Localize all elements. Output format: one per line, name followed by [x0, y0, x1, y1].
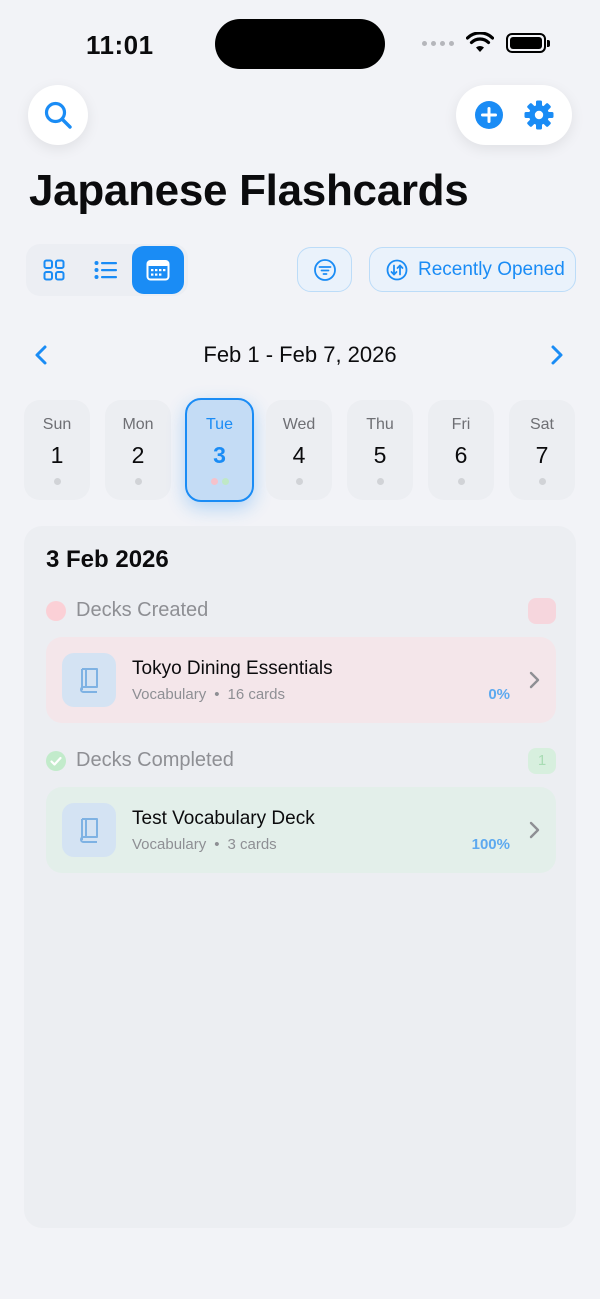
- decks-created-title: Decks Created: [76, 599, 209, 621]
- chevron-right-icon: [529, 671, 540, 689]
- decks-created-header: Decks Created: [46, 596, 556, 626]
- day-number: 1: [50, 442, 64, 468]
- book-icon: [80, 668, 98, 693]
- completed-check-icon: [46, 751, 66, 771]
- filter-icon: [313, 258, 336, 281]
- calendar-icon: [146, 260, 170, 281]
- day-name: Sat: [529, 416, 554, 433]
- deck-icon: [62, 653, 116, 707]
- decks-completed-header: Decks Completed 1: [46, 746, 556, 776]
- deck-name: Test Vocabulary Deck: [132, 808, 315, 829]
- day-number: 7: [535, 442, 549, 468]
- day-name: Mon: [122, 416, 154, 433]
- activity-dots: [347, 478, 413, 485]
- header-actions: [456, 85, 572, 145]
- page-title: Japanese Flashcards: [29, 166, 469, 215]
- activity-dots: [509, 478, 575, 485]
- decks-created-badge: [528, 598, 556, 624]
- cellular-signal-icon: [422, 40, 454, 46]
- day-thu[interactable]: Thu 5: [347, 400, 413, 500]
- next-week-button[interactable]: [542, 340, 572, 370]
- deck-progress: 100%: [471, 836, 510, 853]
- sort-arrows-icon: [386, 259, 408, 280]
- chevron-right-icon: [529, 821, 540, 839]
- day-number: 2: [131, 442, 145, 468]
- status-bar: 11:01: [0, 0, 600, 90]
- deck-meta: Vocabulary • 16 cards: [132, 686, 286, 703]
- week-day-strip: Sun 1 Mon 2 Tue 3 Wed 4 Thu 5 Fri 6 Sat …: [24, 398, 576, 502]
- activity-dots: [428, 478, 494, 485]
- deck-card-test-vocabulary[interactable]: Test Vocabulary Deck Vocabulary • 3 cards …: [46, 787, 556, 873]
- created-dot-icon: [46, 601, 66, 621]
- gear-icon: [524, 100, 554, 130]
- wifi-icon: [466, 32, 494, 52]
- grid-view-button[interactable]: [28, 246, 80, 294]
- battery-icon: [506, 33, 550, 53]
- day-number: 4: [292, 442, 306, 468]
- view-mode-toggle: [26, 244, 188, 296]
- list-icon: [94, 261, 117, 279]
- day-name: Sun: [42, 416, 72, 433]
- dynamic-island: [215, 19, 385, 69]
- selected-date-title: 3 Feb 2026: [46, 546, 169, 573]
- sort-button[interactable]: Recently Opened: [369, 247, 576, 292]
- day-tue-selected[interactable]: Tue 3: [185, 398, 254, 502]
- deck-meta: Vocabulary • 3 cards: [132, 836, 277, 853]
- deck-type: Vocabulary: [132, 836, 207, 853]
- day-name: Wed: [282, 416, 316, 433]
- week-range-label: Feb 1 - Feb 7, 2026: [203, 342, 397, 367]
- deck-card-tokyo-dining[interactable]: Tokyo Dining Essentials Vocabulary • 16 ca…: [46, 637, 556, 723]
- deck-progress: 0%: [488, 686, 510, 703]
- decks-completed-title: Decks Completed: [76, 749, 234, 771]
- day-name: Fri: [451, 416, 471, 433]
- add-deck-button[interactable]: [469, 95, 509, 135]
- deck-name: Tokyo Dining Essentials: [132, 658, 333, 679]
- deck-card-count: 16 cards: [227, 686, 286, 703]
- day-sun[interactable]: Sun 1: [24, 400, 90, 500]
- book-icon: [80, 818, 98, 843]
- grid-icon: [43, 259, 65, 281]
- activity-dots: [105, 478, 171, 485]
- deck-card-count: 3 cards: [227, 836, 277, 853]
- day-wed[interactable]: Wed 4: [266, 400, 332, 500]
- day-name: Thu: [366, 416, 394, 433]
- deck-type: Vocabulary: [132, 686, 207, 703]
- activity-dots: [266, 478, 332, 485]
- day-name: Tue: [206, 416, 233, 433]
- day-mon[interactable]: Mon 2: [105, 400, 171, 500]
- decks-completed-badge: 1: [528, 748, 556, 774]
- search-icon: [44, 101, 72, 129]
- day-number: 5: [373, 442, 387, 468]
- sort-label: Recently Opened: [418, 258, 565, 280]
- chevron-right-icon: [551, 345, 563, 365]
- plus-circle-icon: [475, 101, 503, 129]
- week-navigation: Feb 1 - Feb 7, 2026: [0, 336, 600, 376]
- activity-dots: [24, 478, 90, 485]
- search-button[interactable]: [28, 85, 88, 145]
- day-number: 6: [454, 442, 468, 468]
- day-sat[interactable]: Sat 7: [509, 400, 575, 500]
- day-fri[interactable]: Fri 6: [428, 400, 494, 500]
- deck-icon: [62, 803, 116, 857]
- status-time: 11:01: [86, 30, 154, 60]
- day-detail-panel: 3 Feb 2026 Decks Created Tokyo Dining Es…: [24, 526, 576, 1228]
- status-icons: [422, 32, 550, 54]
- activity-dots: [187, 478, 252, 485]
- settings-button[interactable]: [519, 95, 559, 135]
- list-view-button[interactable]: [80, 246, 132, 294]
- calendar-view-button[interactable]: [132, 246, 184, 294]
- day-number: 3: [213, 442, 226, 468]
- filter-button[interactable]: [297, 247, 352, 292]
